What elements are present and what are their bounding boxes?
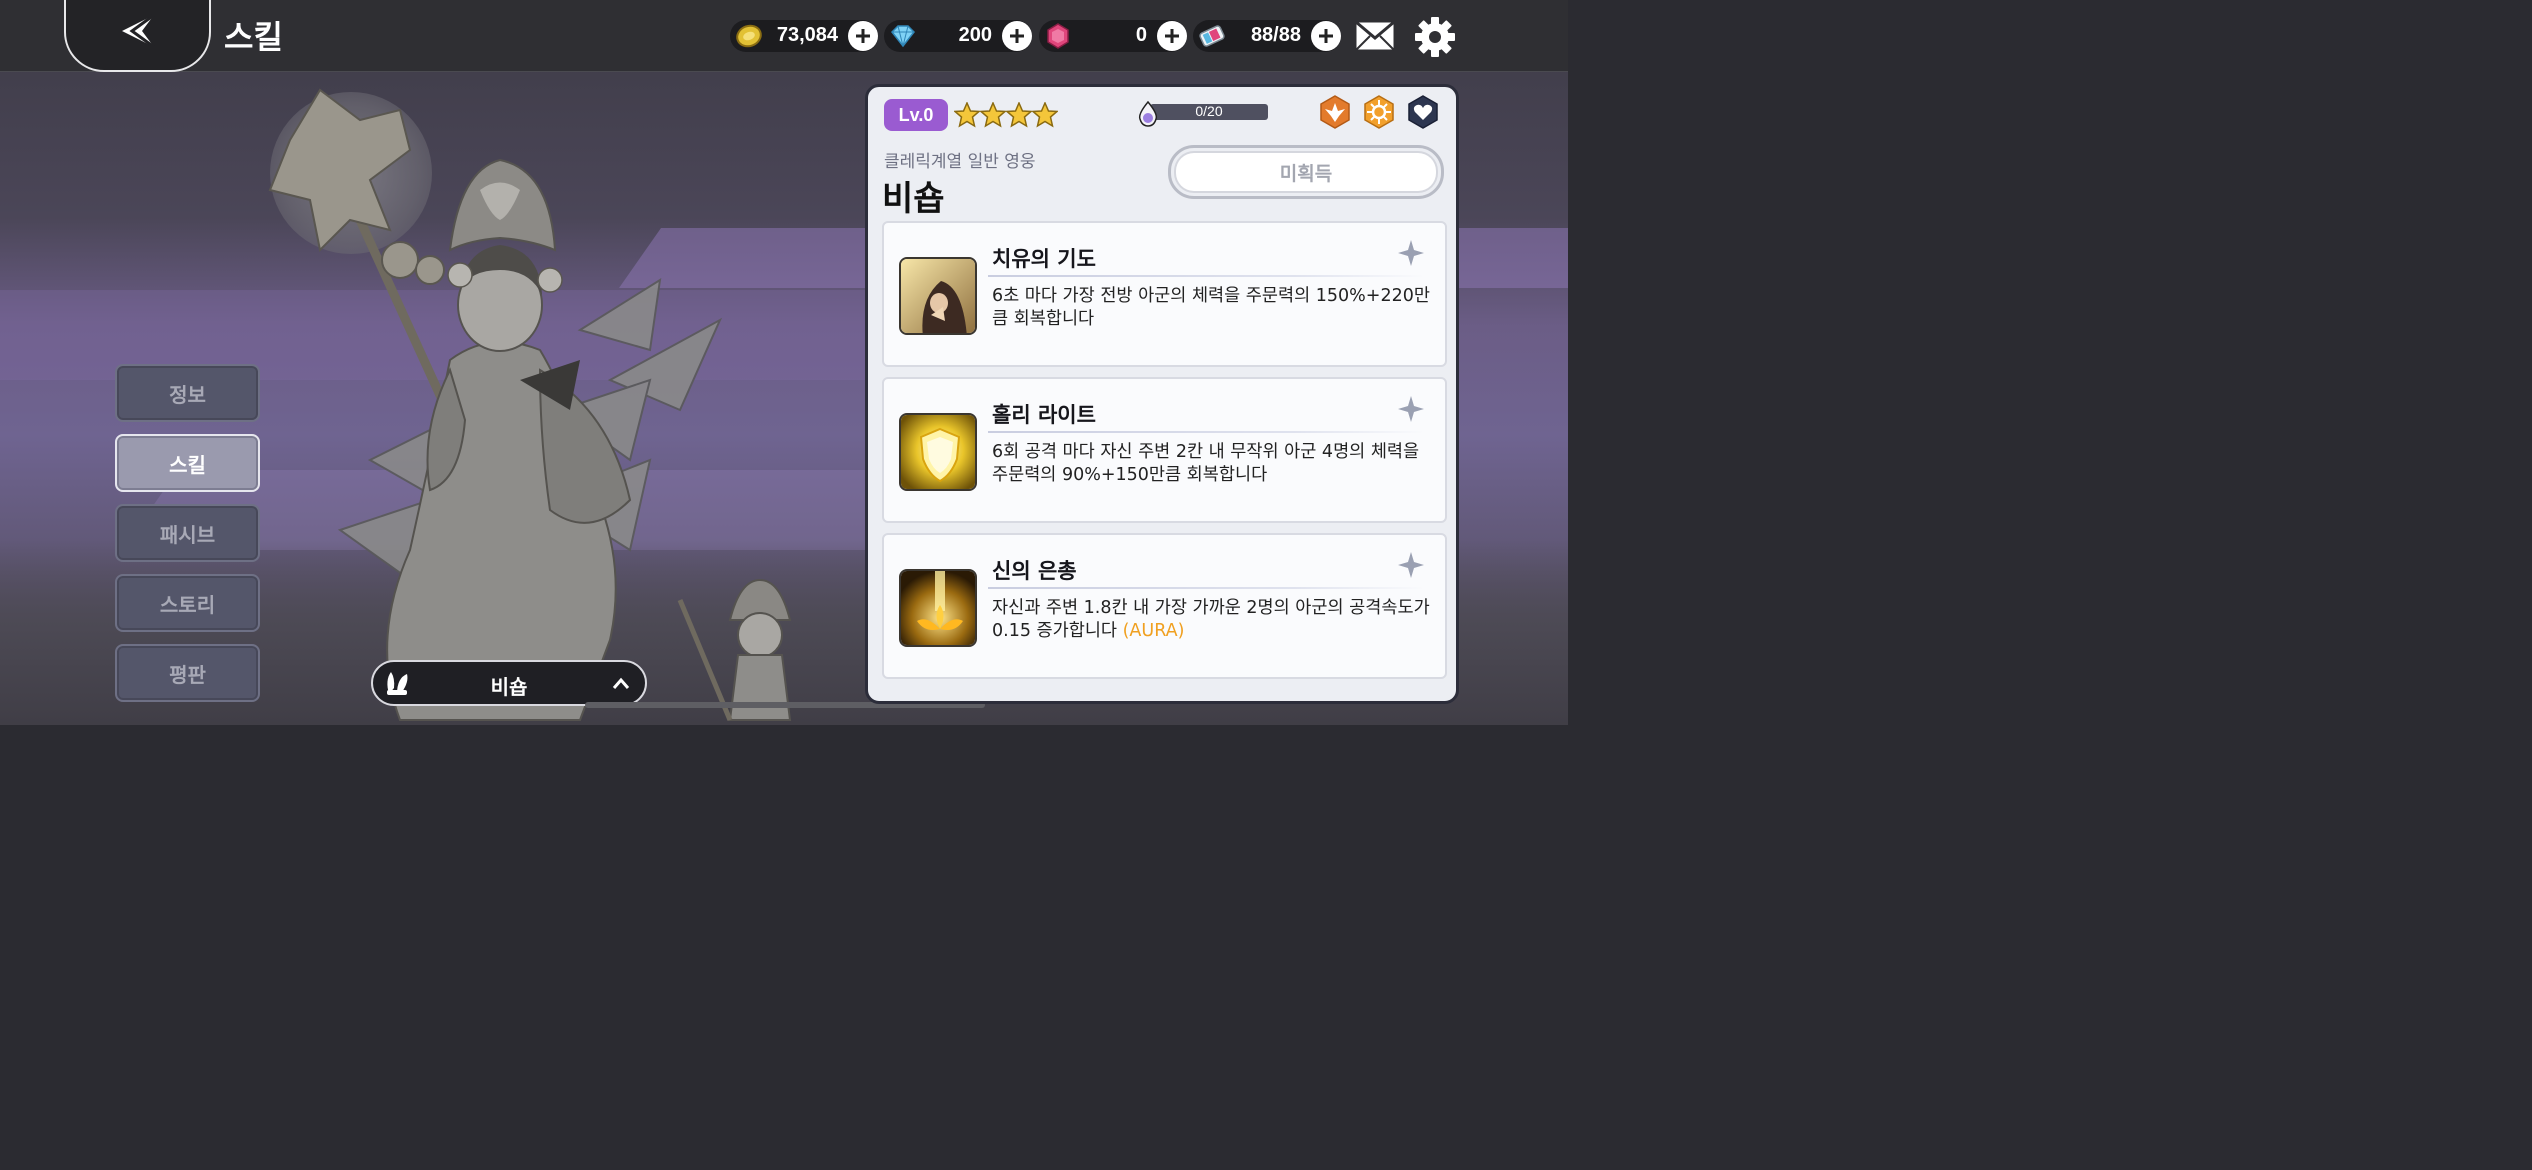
divine-grace-skill-icon <box>899 569 977 647</box>
tab-skill[interactable]: 스킬 <box>115 434 260 492</box>
heart-role-icon <box>1408 95 1438 129</box>
tab-reputation[interactable]: 평판 <box>115 644 260 702</box>
top-bar: 스킬 73,084 200 0 88/88 <box>0 0 1568 72</box>
add-stamina-button[interactable] <box>1311 21 1341 51</box>
tab-info[interactable]: 정보 <box>115 364 260 422</box>
star-icon <box>954 102 980 128</box>
soul-gauge-text: 0/20 <box>1195 103 1223 119</box>
diamond-counter: 200 <box>884 20 1032 52</box>
prayer-skill-icon <box>899 257 977 335</box>
back-button[interactable] <box>64 0 211 72</box>
stamina-counter: 88/88 <box>1193 20 1341 52</box>
mail-button[interactable] <box>1354 18 1396 54</box>
holy-light-skill-icon <box>899 413 977 491</box>
mail-icon <box>1355 20 1395 51</box>
skill-card[interactable]: 치유의 기도 6초 마다 가장 전방 아군의 체력을 주문력의 150%+220… <box>882 221 1447 367</box>
aura-tag: (AURA) <box>1122 621 1185 641</box>
skill-name: 홀리 라이트 <box>992 403 1096 427</box>
diamond-icon <box>890 25 916 48</box>
fire-element-icon <box>1320 95 1350 129</box>
hero-selector-dropdown[interactable]: 비숍 <box>371 660 647 706</box>
diamond-value: 200 <box>958 24 992 46</box>
skill-name: 신의 은총 <box>992 559 1077 583</box>
ruby-counter: 0 <box>1039 20 1187 52</box>
tab-passive[interactable]: 패시브 <box>115 504 260 562</box>
gear-icon <box>1415 17 1455 57</box>
soul-gauge: 0/20 <box>1136 101 1270 127</box>
skill-description-text: 6회 공격 마다 자신 주변 2칸 내 무작위 아군 4명의 체력을 주문력의 … <box>992 442 1420 485</box>
divider <box>988 587 1424 589</box>
level-badge: Lv.0 <box>884 99 948 131</box>
skill-card[interactable]: 신의 은총 자신과 주변 1.8칸 내 가장 가까운 2명의 아군의 공격속도가… <box>882 533 1447 679</box>
divider <box>988 431 1424 433</box>
ruby-gem-icon <box>1047 23 1069 49</box>
hero-name: 비숍 <box>882 179 945 219</box>
stamina-value: 88/88 <box>1250 24 1301 46</box>
star-icon <box>980 102 1006 128</box>
sparkle-icon <box>1398 552 1424 578</box>
plus-icon <box>856 29 870 43</box>
sparkle-icon <box>1398 396 1424 422</box>
tab-story[interactable]: 스토리 <box>115 574 260 632</box>
skill-description-text: 자신과 주변 1.8칸 내 가장 가까운 2명의 아군의 공격속도가 0.15 … <box>992 598 1430 641</box>
skill-description-text: 6초 마다 가장 전방 아군의 체력을 주문력의 150%+220만큼 회복합니… <box>992 286 1430 329</box>
sparkle-icon <box>1398 240 1424 266</box>
plus-icon <box>1010 29 1024 43</box>
stamina-ticket-icon <box>1199 25 1225 47</box>
selected-hero-name: 비숍 <box>490 675 528 699</box>
hero-class-label: 클레릭계열 일반 영웅 <box>884 152 1036 172</box>
hero-illustration <box>268 88 792 721</box>
gold-value: 73,084 <box>776 24 838 46</box>
settings-button[interactable] <box>1414 16 1456 58</box>
divider <box>988 275 1424 277</box>
skill-name: 치유의 기도 <box>992 247 1096 271</box>
add-diamond-button[interactable] <box>1002 21 1032 51</box>
gold-counter: 73,084 <box>730 20 878 52</box>
plus-icon <box>1165 29 1179 43</box>
skill-description: 자신과 주변 1.8칸 내 가장 가까운 2명의 아군의 공격속도가 0.15 … <box>992 597 1432 643</box>
sun-element-icon <box>1364 95 1394 129</box>
ruby-value: 0 <box>1135 24 1147 46</box>
skill-card[interactable]: 홀리 라이트 6회 공격 마다 자신 주변 2칸 내 무작위 아군 4명의 체력… <box>882 377 1447 523</box>
chevron-up-icon <box>612 677 630 689</box>
back-arrow-icon <box>121 13 155 49</box>
skill-description: 6회 공격 마다 자신 주변 2칸 내 무작위 아군 4명의 체력을 주문력의 … <box>992 441 1432 487</box>
star-icon <box>1032 102 1058 128</box>
star-icon <box>1006 102 1032 128</box>
page-title: 스킬 <box>224 18 283 56</box>
plus-icon <box>1319 29 1333 43</box>
gold-coin-icon <box>736 24 762 48</box>
add-ruby-button[interactable] <box>1157 21 1187 51</box>
hero-detail-panel: Lv.0 0/20 클레릭계열 일반 영웅 비숍 미획득 치유의 기도 6초 마… <box>865 84 1459 704</box>
acquire-status-button[interactable]: 미획득 <box>1168 145 1444 199</box>
skill-description: 6초 마다 가장 전방 아군의 체력을 주문력의 150%+220만큼 회복합니… <box>992 285 1432 331</box>
add-gold-button[interactable] <box>848 21 878 51</box>
